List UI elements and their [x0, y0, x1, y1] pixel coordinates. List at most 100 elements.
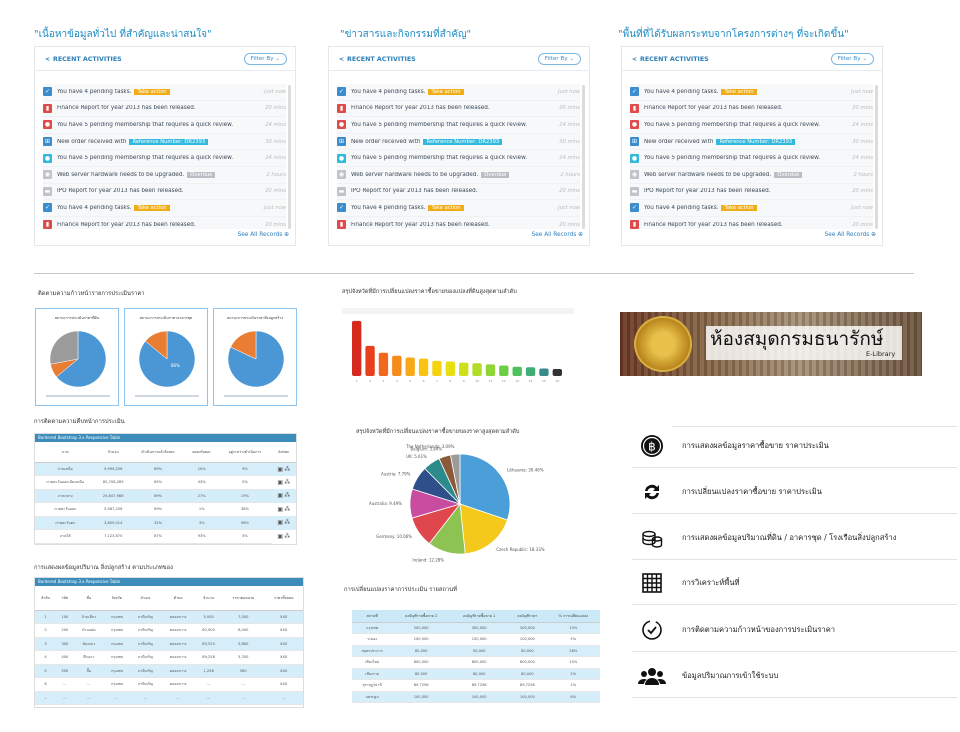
scrollbar[interactable] [582, 85, 585, 229]
bar[interactable] [552, 369, 562, 376]
column-header[interactable]: ตำบล [161, 586, 196, 611]
feature-link[interactable]: ฿ การแสดงผลข้อมูลราคาซื้อขาย ราคาประเมิน [632, 424, 957, 468]
column-header[interactable]: ราคาต่อหน่วย [222, 586, 265, 611]
activity-item[interactable]: ▬ IPO Report for year 2013 has been rele… [43, 183, 286, 201]
activity-item[interactable]: ✓ You have 4 pending tasks. Take action J… [630, 200, 873, 217]
bar[interactable] [445, 361, 455, 377]
table-row[interactable]: 3 300 ห้องแถว กรุงเทพ ภาษีเจริญ คลองขวาง 85,52… [35, 637, 303, 651]
column-header[interactable]: Action [271, 442, 296, 463]
see-all-records-link[interactable]: See All Records ⊕ [532, 232, 583, 238]
column-header[interactable]: จำนวน [195, 586, 223, 611]
column-header[interactable]: ดำเนินการแล้วร้อยละ [130, 442, 186, 463]
feature-link[interactable]: การเปลี่ยนแปลงราคาซื้อขาย ราคาประเมิน [632, 470, 957, 514]
table-row[interactable]: ภาคตะวันตก 3,859,014 32% 3% 98% ▣ ⁂ [35, 516, 296, 530]
bar[interactable] [499, 365, 509, 376]
activity-item[interactable]: ✓ You have 4 pending tasks. Take action J… [337, 200, 580, 217]
column-header[interactable]: สถานที่ [352, 610, 393, 623]
activity-tag[interactable]: Take action [428, 204, 464, 211]
bar[interactable] [405, 357, 415, 376]
column-header[interactable]: ลดลงร้อยละ [185, 442, 219, 463]
bar[interactable] [512, 366, 522, 376]
table-row[interactable]: เชียงราย 80,000 80,000 80,000 5% [352, 668, 600, 680]
edit-doc-icon[interactable]: ▣ [277, 519, 283, 526]
activity-item[interactable]: ⊞ New order received with Reference Numbe… [337, 133, 580, 151]
activity-item[interactable]: ● You have 5 pending membership that req… [337, 117, 580, 134]
sitemap-icon[interactable]: ⁂ [284, 466, 290, 473]
table-row[interactable]: ภาคตะวันออกเฉียงเหนือ 85,708,289 65% 43% 5% ▣… [35, 475, 296, 490]
activity-item[interactable]: ▮ Finance Report for year 2013 has been … [630, 100, 873, 118]
sitemap-icon[interactable]: ⁂ [284, 533, 290, 540]
activity-item[interactable]: ▬ IPO Report for year 2013 has been rele… [630, 183, 873, 201]
activity-item[interactable]: ● You have 5 pending membership that req… [630, 150, 873, 167]
activity-tag[interactable]: Take action [721, 88, 757, 95]
column-header[interactable]: ลงบัญชีราคา [508, 610, 547, 623]
table-row[interactable]: ........................... [35, 691, 303, 705]
bar[interactable] [472, 363, 482, 376]
activity-item[interactable]: ✓ You have 4 pending tasks. Take action J… [43, 84, 286, 101]
activity-tag[interactable]: Take action [134, 88, 170, 95]
filter-by-button[interactable]: Filter By ⌄ [537, 53, 581, 65]
bar[interactable] [365, 345, 375, 376]
sitemap-icon[interactable]: ⁂ [284, 479, 290, 486]
table-row[interactable]: 1 100 บ้านเดี่ยว กรุงเทพ ภาษีเจริญ คลองขวาง 5,… [35, 610, 303, 624]
scrollbar[interactable] [875, 85, 878, 229]
scrollbar[interactable] [288, 85, 291, 229]
table-row[interactable]: กรุงเทพ 200,000 300,000 300,000 10% [352, 622, 600, 634]
column-header[interactable]: % การเปลี่ยนแปลง [546, 610, 600, 623]
activity-item[interactable]: ✓ You have 4 pending tasks. Take action J… [337, 84, 580, 101]
activity-item[interactable]: ◉ Web server hardware needs to be upgrad… [337, 166, 580, 184]
activity-item[interactable]: ▮ Finance Report for year 2013 has been … [337, 216, 580, 229]
column-header[interactable]: ลงบัญชีรายซื้อขาย 2 [392, 610, 451, 623]
table-row[interactable]: 2 200 บ้านแฝด กรุงเทพ ภาษีเจริญ คลองขวาง 62,00… [35, 623, 303, 638]
edit-doc-icon[interactable]: ▣ [277, 479, 283, 486]
sitemap-icon[interactable]: ⁂ [284, 506, 290, 513]
table-row[interactable]: ระยอง 100,000 150,000 100,000 5% [352, 633, 600, 646]
activity-item[interactable]: ● You have 5 pending membership that req… [43, 150, 286, 167]
bar[interactable] [459, 362, 469, 376]
edit-doc-icon[interactable]: ▣ [277, 533, 283, 540]
activity-tag[interactable]: Overdue [774, 171, 803, 178]
activity-item[interactable]: ● You have 5 pending membership that req… [43, 117, 286, 134]
bar[interactable] [378, 352, 389, 376]
edit-doc-icon[interactable]: ▣ [277, 466, 283, 473]
feature-link[interactable]: การแสดงผลข้อมูลปริมาณที่ดิน / อาคารชุด /… [632, 516, 957, 560]
bar[interactable] [418, 358, 429, 376]
table-row[interactable]: 5 500 ปั๊ม กรุงเทพ ภาษีเจริญ คลองขวาง 1,258 580… [35, 664, 303, 678]
activity-item[interactable]: ▬ IPO Report for year 2013 has been rele… [337, 183, 580, 201]
feature-link[interactable]: การวิเคราะห์พื้นที่ [632, 561, 957, 605]
edit-doc-icon[interactable]: ▣ [277, 506, 283, 513]
column-header[interactable]: ลำดับ [35, 586, 56, 611]
filter-by-button[interactable]: Filter By ⌄ [830, 53, 874, 65]
e-library-banner[interactable]: ห้องสมุดกรมธนารักษ์ E-Library [620, 312, 922, 376]
activity-item[interactable]: ● You have 5 pending membership that req… [630, 117, 873, 134]
bar[interactable] [525, 367, 536, 376]
column-header[interactable]: จำนวน [95, 442, 131, 463]
activity-tag[interactable]: Reference Number: DR2393 [423, 138, 503, 145]
bar[interactable] [432, 360, 442, 376]
table-row[interactable]: 6...... กรุงเทพ ภาษีเจริญ คลองขวาง...... XXX [35, 677, 303, 692]
column-header[interactable]: อยู่ระหว่างดำเนินการ [218, 442, 272, 463]
activity-item[interactable]: ▮ Finance Report for year 2013 has been … [43, 216, 286, 229]
column-header[interactable]: ภาค [35, 442, 96, 463]
sitemap-icon[interactable]: ⁂ [284, 519, 290, 526]
feature-link[interactable]: ข้อมูลปริมาณการเข้าใช้ระบบ [632, 654, 957, 698]
activity-tag[interactable]: Reference Number: DR2393 [716, 138, 796, 145]
filter-by-button[interactable]: Filter By ⌄ [243, 53, 287, 65]
activity-item[interactable]: ✓ You have 4 pending tasks. Take action J… [630, 84, 873, 101]
activity-tag[interactable]: Take action [721, 204, 757, 211]
activity-tag[interactable]: Take action [134, 204, 170, 211]
activity-item[interactable]: ⊞ New order received with Reference Numbe… [630, 133, 873, 151]
activity-item[interactable]: ◉ Web server hardware needs to be upgrad… [43, 166, 286, 184]
see-all-records-link[interactable]: See All Records ⊕ [238, 232, 289, 238]
column-header[interactable]: ชื่อ [73, 586, 104, 611]
table-row[interactable]: สุราษฎร์ธานี 89,7256 89,7256 89,7256 1% [352, 679, 600, 692]
activity-item[interactable]: ▮ Finance Report for year 2013 has been … [337, 100, 580, 118]
sitemap-icon[interactable]: ⁂ [284, 492, 290, 499]
activity-item[interactable]: ● You have 5 pending membership that req… [337, 150, 580, 167]
column-header[interactable]: อำเภอ [129, 586, 162, 611]
activity-tag[interactable]: Overdue [481, 171, 510, 178]
table-row[interactable]: ภาคใต้ 7,123,870 87% 93% 3% ▣ ⁂ [35, 529, 296, 544]
table-row[interactable]: สมุทรปราการ 80,000 50,000 80,000 28% [352, 645, 600, 657]
table-row[interactable]: ภาคกลาง 25,847,986 89% 27% 19% ▣ ⁂ [35, 489, 296, 503]
activity-item[interactable]: ◉ Web server hardware needs to be upgrad… [630, 166, 873, 184]
